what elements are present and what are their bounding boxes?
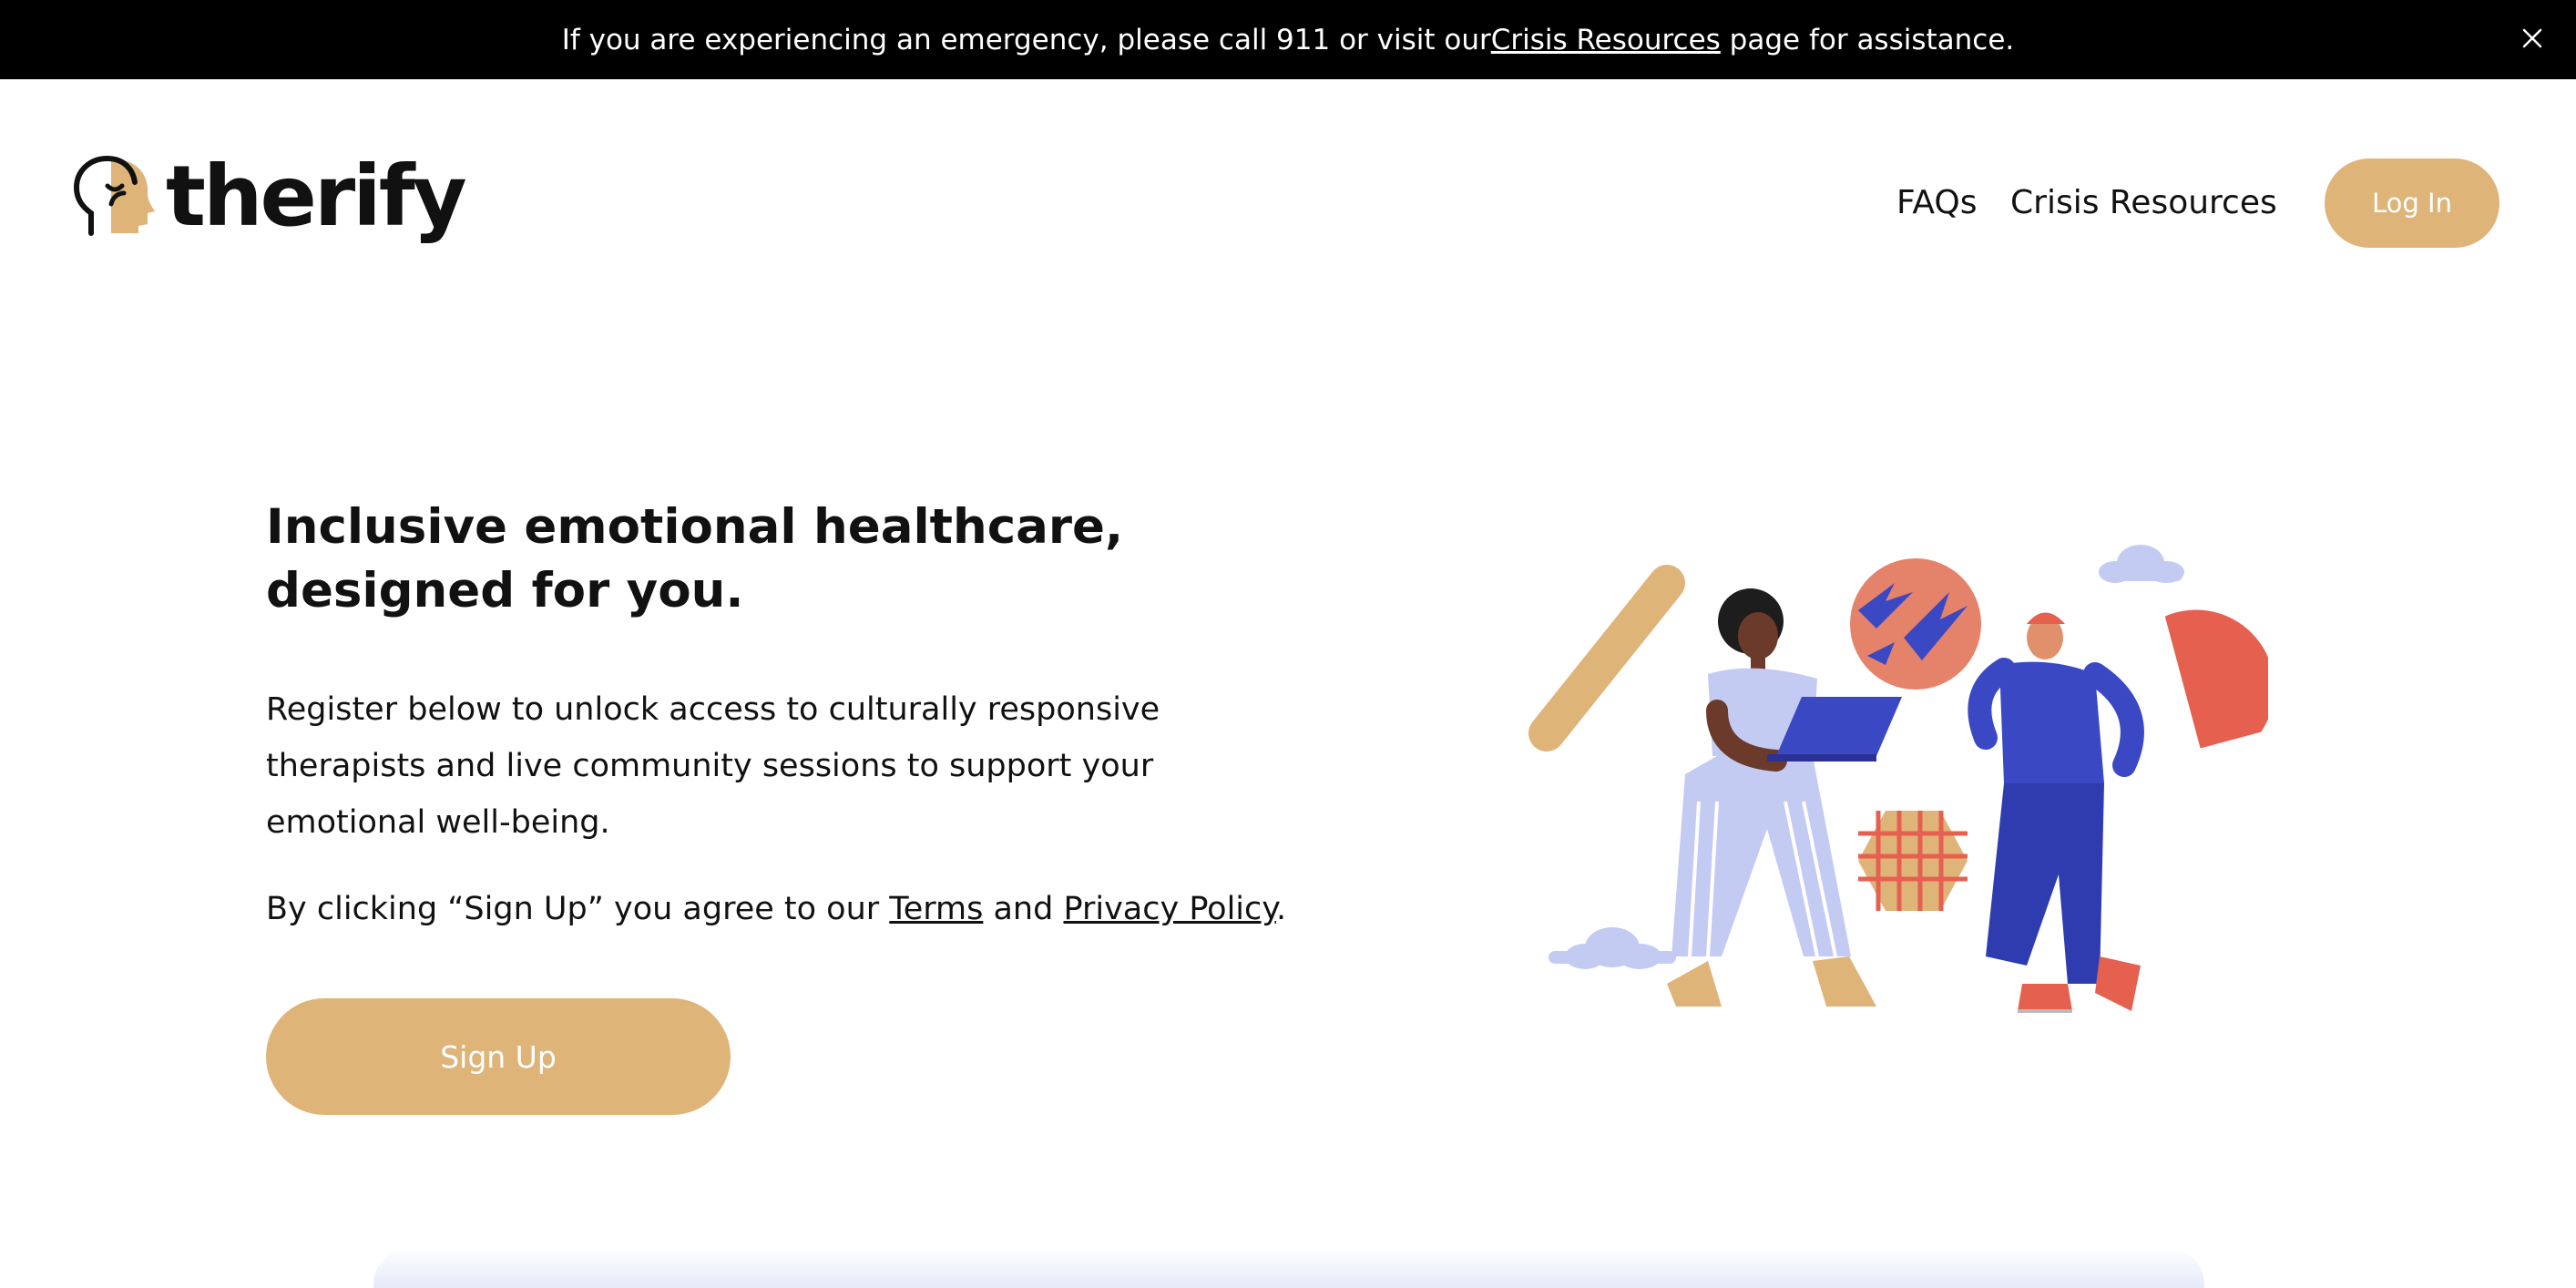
hero-description: Register below to unlock access to cultu… <box>266 681 1177 851</box>
logo-text: therify <box>166 148 467 245</box>
head-profile-icon <box>71 153 158 240</box>
close-icon[interactable] <box>2514 20 2550 56</box>
banner-text-after: page for assistance. <box>1720 23 2015 56</box>
hero-title: Inclusive emotional healthcare, designed… <box>266 496 1177 623</box>
hero-body-line2: therapists and live community sessions t… <box>266 748 1154 784</box>
section-divider <box>373 1248 2204 1288</box>
agree-text-before: By clicking “Sign Up” you agree to our <box>266 891 890 927</box>
terms-agreement: By clicking “Sign Up” you agree to our T… <box>266 882 1359 936</box>
agree-text-after: . <box>1276 891 1287 927</box>
login-button[interactable]: Log In <box>2325 158 2499 248</box>
banner-crisis-resources-link[interactable]: Crisis Resources <box>1491 24 1721 56</box>
nav-crisis-resources[interactable]: Crisis Resources <box>2010 184 2277 221</box>
hero-body-line3: emotional well-being. <box>266 804 610 841</box>
terms-link[interactable]: Terms <box>889 891 983 927</box>
agree-text-and: and <box>983 891 1064 927</box>
hero-title-line1: Inclusive emotional healthcare, <box>266 499 1124 555</box>
logo[interactable]: therify <box>71 148 467 245</box>
sign-up-button[interactable]: Sign Up <box>266 998 731 1115</box>
emergency-banner: If you are experiencing an emergency, pl… <box>0 0 2576 79</box>
banner-text-before: If you are experiencing an emergency, pl… <box>561 23 1491 56</box>
hero-illustration <box>1512 528 2274 1057</box>
hero-body-line1: Register below to unlock access to cultu… <box>266 691 1160 728</box>
hero-title-line2: designed for you. <box>266 563 744 618</box>
nav-faqs[interactable]: FAQs <box>1896 184 1978 221</box>
privacy-policy-link[interactable]: Privacy Policy <box>1063 891 1276 927</box>
